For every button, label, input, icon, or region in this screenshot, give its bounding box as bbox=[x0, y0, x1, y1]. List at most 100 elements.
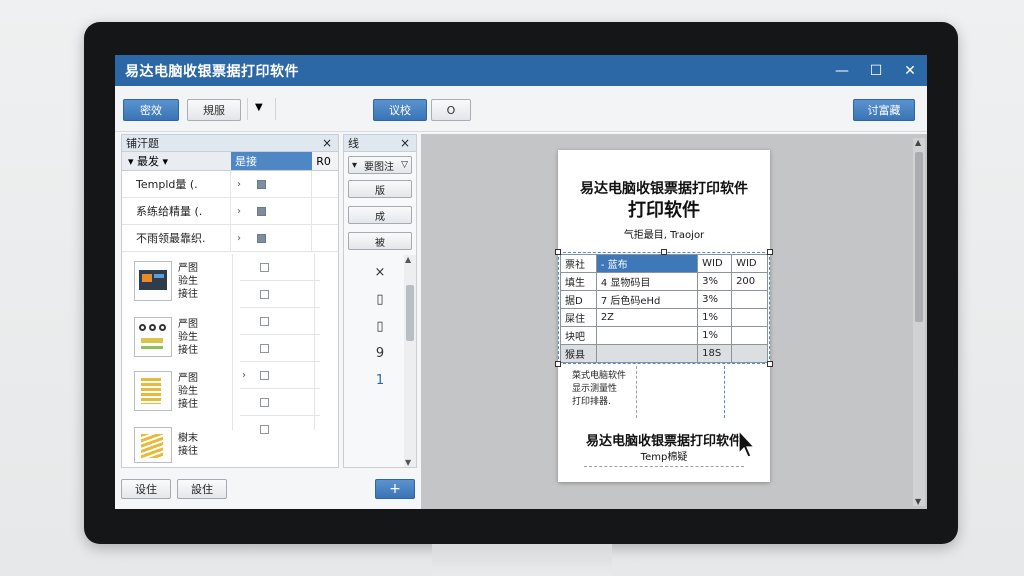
list-item-label: Templd量 (. bbox=[122, 171, 232, 197]
template-label: 接往 bbox=[178, 446, 198, 457]
checkbox[interactable] bbox=[257, 179, 267, 189]
toolbar-divider bbox=[275, 98, 276, 120]
scroll-up-icon[interactable]: ▲ bbox=[405, 255, 411, 264]
template-checkbox-column: › bbox=[240, 254, 320, 443]
selection-box[interactable] bbox=[558, 252, 770, 364]
resize-handle[interactable] bbox=[767, 249, 773, 255]
scrollbar-thumb[interactable] bbox=[406, 285, 414, 341]
checkbox[interactable] bbox=[260, 425, 269, 434]
resize-handle[interactable] bbox=[767, 361, 773, 367]
list-item-label: 不雨领最靠织. bbox=[122, 225, 232, 251]
dropdown-arrow-icon[interactable]: ▼ bbox=[255, 102, 263, 113]
panel-header: 线 × bbox=[344, 135, 416, 152]
property-button-3[interactable]: 被 bbox=[348, 232, 412, 250]
document-title-2[interactable]: 打印软件 bbox=[558, 196, 770, 222]
column-header-r0[interactable]: R0 bbox=[312, 152, 338, 170]
template-label: 验生 bbox=[178, 331, 198, 343]
close-icon[interactable]: × bbox=[400, 136, 410, 150]
template-label: 接住 bbox=[178, 398, 198, 410]
chevron-right-icon[interactable]: › bbox=[237, 206, 251, 217]
template-thumbnail[interactable] bbox=[134, 427, 172, 463]
property-dropdown[interactable]: ▾ 要图注 ▽ bbox=[348, 156, 412, 174]
document-subtitle[interactable]: 气拒最目, Traojor bbox=[558, 226, 770, 241]
checkbox[interactable] bbox=[260, 289, 269, 299]
checkbox[interactable] bbox=[260, 316, 269, 326]
template-thumbnail[interactable] bbox=[134, 261, 172, 301]
list-item-label: 系练给精量 (. bbox=[122, 198, 232, 224]
toolbar: 密效 規服 ▼ 议校 O 讨富藏 bbox=[115, 86, 927, 132]
toolbar-button-right[interactable]: 讨富藏 bbox=[853, 99, 915, 121]
close-icon[interactable]: × bbox=[322, 136, 332, 150]
list-item[interactable]: 系练给精量 (. › bbox=[122, 198, 338, 225]
left-action-button[interactable]: 设住 bbox=[121, 479, 171, 499]
divider bbox=[584, 466, 744, 467]
mouse-cursor-icon bbox=[738, 430, 756, 458]
template-thumbnail[interactable] bbox=[134, 371, 172, 411]
scroll-up-icon[interactable]: ▲ bbox=[915, 138, 921, 147]
panel-header: 铺汗题 × bbox=[122, 135, 338, 152]
template-label: 严图 bbox=[178, 318, 198, 330]
window-title: 易达电脑收银票据打印软件 bbox=[125, 63, 299, 80]
close-button[interactable]: ✕ bbox=[893, 55, 927, 86]
guide-line bbox=[636, 366, 637, 418]
scrollbar-thumb[interactable] bbox=[915, 152, 923, 322]
toolbar-button-1[interactable]: 密效 bbox=[123, 99, 179, 121]
property-button-1[interactable]: 版 bbox=[348, 180, 412, 198]
chevron-right-icon[interactable]: › bbox=[242, 370, 256, 381]
mid-action-button[interactable]: 設住 bbox=[177, 479, 227, 499]
app-window: 易达电脑收银票据打印软件 — ☐ ✕ 密效 規服 ▼ 议校 O 讨富藏 铺汗题 … bbox=[115, 55, 927, 509]
add-button[interactable]: + bbox=[375, 479, 415, 499]
resize-handle[interactable] bbox=[661, 249, 667, 255]
template-label: 验生 bbox=[178, 385, 198, 397]
column-header-name[interactable]: ▾ 最发 ▾ bbox=[122, 152, 231, 170]
close-icon[interactable]: × bbox=[370, 265, 390, 280]
toolbar-button-4[interactable]: O bbox=[431, 99, 471, 121]
template-label: 接往 bbox=[178, 288, 198, 300]
template-thumbnail[interactable] bbox=[134, 317, 172, 357]
resize-handle[interactable] bbox=[555, 361, 561, 367]
canvas-scrollbar[interactable]: ▲ ▼ bbox=[913, 138, 925, 506]
page-icon[interactable]: ▯ bbox=[370, 292, 390, 307]
checkbox[interactable] bbox=[260, 370, 269, 380]
chevron-down-icon: ▽ bbox=[401, 160, 408, 170]
chevron-right-icon[interactable]: › bbox=[237, 179, 251, 190]
template-label: 严图 bbox=[178, 262, 198, 274]
footer-line: 打印排器. bbox=[572, 397, 611, 407]
document-title[interactable]: 易达电脑收银票据打印软件 bbox=[558, 178, 770, 198]
guide-line bbox=[724, 366, 725, 418]
monitor-stand bbox=[432, 544, 612, 576]
template-label: 接住 bbox=[178, 344, 198, 356]
checkbox[interactable] bbox=[260, 343, 269, 353]
design-canvas[interactable]: 易达电脑收银票据打印软件 打印软件 气拒最目, Traojor 票社 - 蓝布 … bbox=[421, 134, 927, 509]
checkbox[interactable] bbox=[260, 262, 269, 272]
checkbox[interactable] bbox=[257, 233, 267, 243]
toolbar-divider bbox=[247, 98, 248, 120]
list-item[interactable]: Templd量 (. › bbox=[122, 171, 338, 198]
footer-line: 显示测量性 bbox=[572, 384, 618, 394]
value-label: 9 bbox=[375, 346, 385, 361]
maximize-button[interactable]: ☐ bbox=[859, 55, 893, 86]
title-bar: 易达电脑收银票据打印软件 — ☐ ✕ bbox=[115, 55, 927, 86]
scroll-down-icon[interactable]: ▼ bbox=[915, 497, 921, 506]
properties-panel: 线 × ▾ 要图注 ▽ 版 成 被 × ▯ ▯ 9 1 ▲ ▼ bbox=[343, 134, 417, 468]
panel-title: 线 bbox=[348, 137, 359, 150]
scroll-down-icon[interactable]: ▼ bbox=[405, 458, 411, 467]
template-label: 樹末 bbox=[178, 433, 198, 444]
page-icon[interactable]: ▯ bbox=[370, 319, 390, 334]
column-header-selected[interactable]: 是接 bbox=[230, 152, 313, 170]
footer-info[interactable]: 菜式电脑软件 显示测量性 打印排器. bbox=[572, 370, 626, 409]
minimize-button[interactable]: — bbox=[825, 55, 859, 86]
toolbar-button-2[interactable]: 規服 bbox=[187, 99, 241, 121]
panel-title: 铺汗题 bbox=[126, 137, 159, 150]
resize-handle[interactable] bbox=[555, 249, 561, 255]
property-button-2[interactable]: 成 bbox=[348, 206, 412, 224]
template-label: 验生 bbox=[178, 275, 198, 287]
checkbox[interactable] bbox=[260, 397, 269, 407]
column-header: ▾ 最发 ▾ 是接 R0 bbox=[122, 152, 338, 171]
toolbar-button-3[interactable]: 议校 bbox=[373, 99, 427, 121]
value-label: 1 bbox=[375, 373, 385, 388]
checkbox[interactable] bbox=[257, 206, 267, 216]
list-item[interactable]: 不雨领最靠织. › bbox=[122, 225, 338, 252]
chevron-right-icon[interactable]: › bbox=[237, 233, 251, 244]
scrollbar[interactable]: ▲ ▼ bbox=[404, 255, 416, 467]
